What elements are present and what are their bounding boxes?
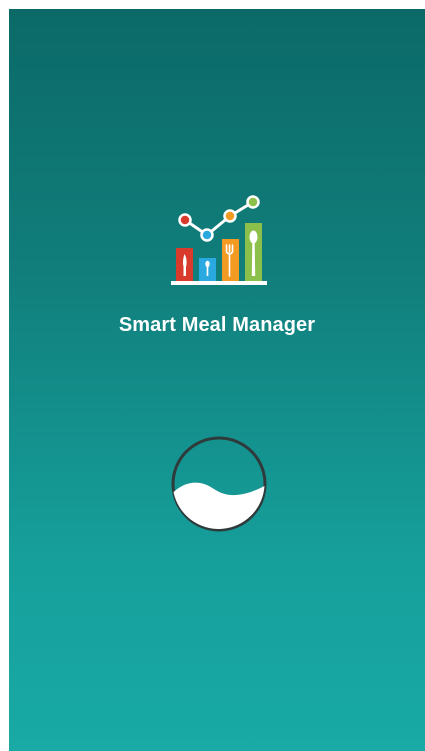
trend-line (184, 200, 254, 237)
trend-dot-red (178, 213, 192, 227)
splash-screen: Smart Meal Manager (9, 9, 425, 751)
spoon-head (249, 230, 258, 244)
bowl-loading-icon (171, 436, 267, 532)
trend-dot-green (246, 195, 260, 209)
trend-dot-blue (200, 228, 214, 242)
bar-orange (222, 239, 239, 281)
small-spoon-handle (206, 266, 209, 276)
meal-chart-icon (171, 195, 267, 285)
app-title: Smart Meal Manager (118, 314, 316, 336)
chart-baseline (171, 281, 267, 285)
trend-dot-orange (223, 209, 237, 223)
spoon-handle (251, 242, 256, 276)
loading-fill (173, 482, 265, 529)
